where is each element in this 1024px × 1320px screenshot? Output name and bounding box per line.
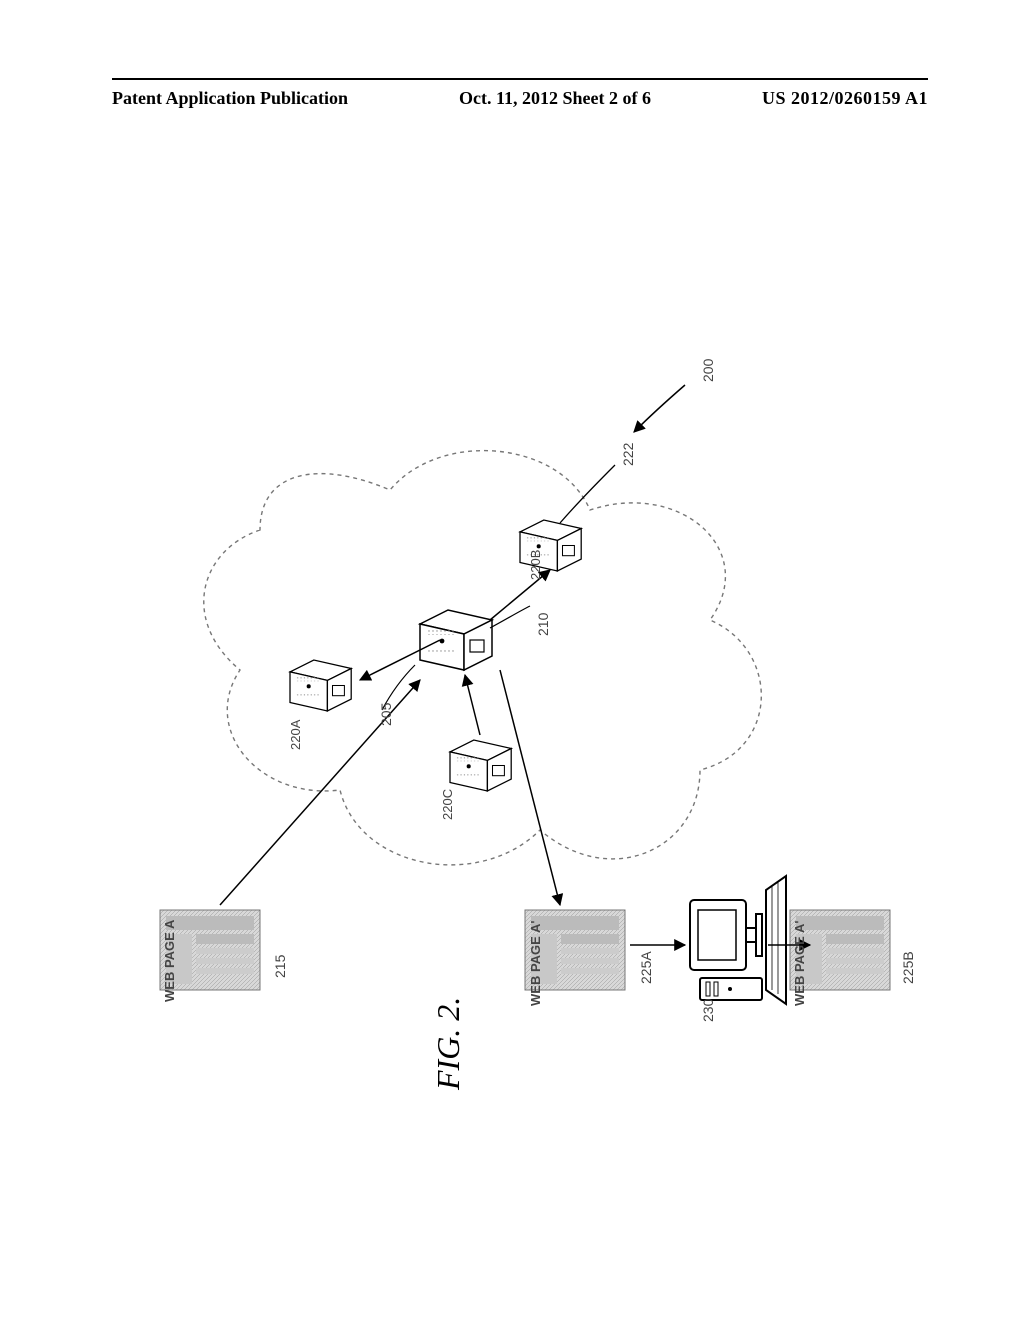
ref-210: 210 bbox=[535, 613, 551, 636]
figure-2: 200 222 220B 210 205 220A 220C WEB PAGE … bbox=[140, 150, 900, 1150]
header-mid: Oct. 11, 2012 Sheet 2 of 6 bbox=[459, 88, 651, 109]
header-rule bbox=[112, 78, 928, 80]
ref-225a: 225A bbox=[638, 951, 654, 984]
ref-205: 205 bbox=[378, 703, 394, 726]
ref-225b: 225B bbox=[900, 951, 916, 984]
webpage-ap2-label: WEB PAGE A' bbox=[792, 921, 807, 1006]
webpage-ap1-label: WEB PAGE A' bbox=[528, 921, 543, 1006]
header-right: US 2012/0260159 A1 bbox=[762, 88, 928, 109]
webpage-a-label: WEB PAGE A bbox=[162, 920, 177, 1002]
page: Patent Application Publication Oct. 11, … bbox=[0, 0, 1024, 1320]
ref-230: 230 bbox=[700, 999, 716, 1022]
ref-220a: 220A bbox=[288, 720, 303, 750]
desktop-230 bbox=[690, 876, 786, 1004]
ref-220c: 220C bbox=[440, 789, 455, 820]
server-220c bbox=[450, 740, 511, 791]
ref-220b: 220B bbox=[528, 550, 543, 580]
ref-222: 222 bbox=[620, 443, 636, 466]
header-row: Patent Application Publication Oct. 11, … bbox=[112, 88, 928, 109]
ref-215: 215 bbox=[272, 955, 288, 978]
figure-caption: FIG. 2. bbox=[430, 997, 467, 1090]
server-210-205 bbox=[420, 610, 492, 670]
server-220a bbox=[290, 660, 351, 711]
header-left: Patent Application Publication bbox=[112, 88, 348, 109]
page-header: Patent Application Publication Oct. 11, … bbox=[0, 78, 1024, 109]
ref-200: 200 bbox=[700, 359, 716, 382]
